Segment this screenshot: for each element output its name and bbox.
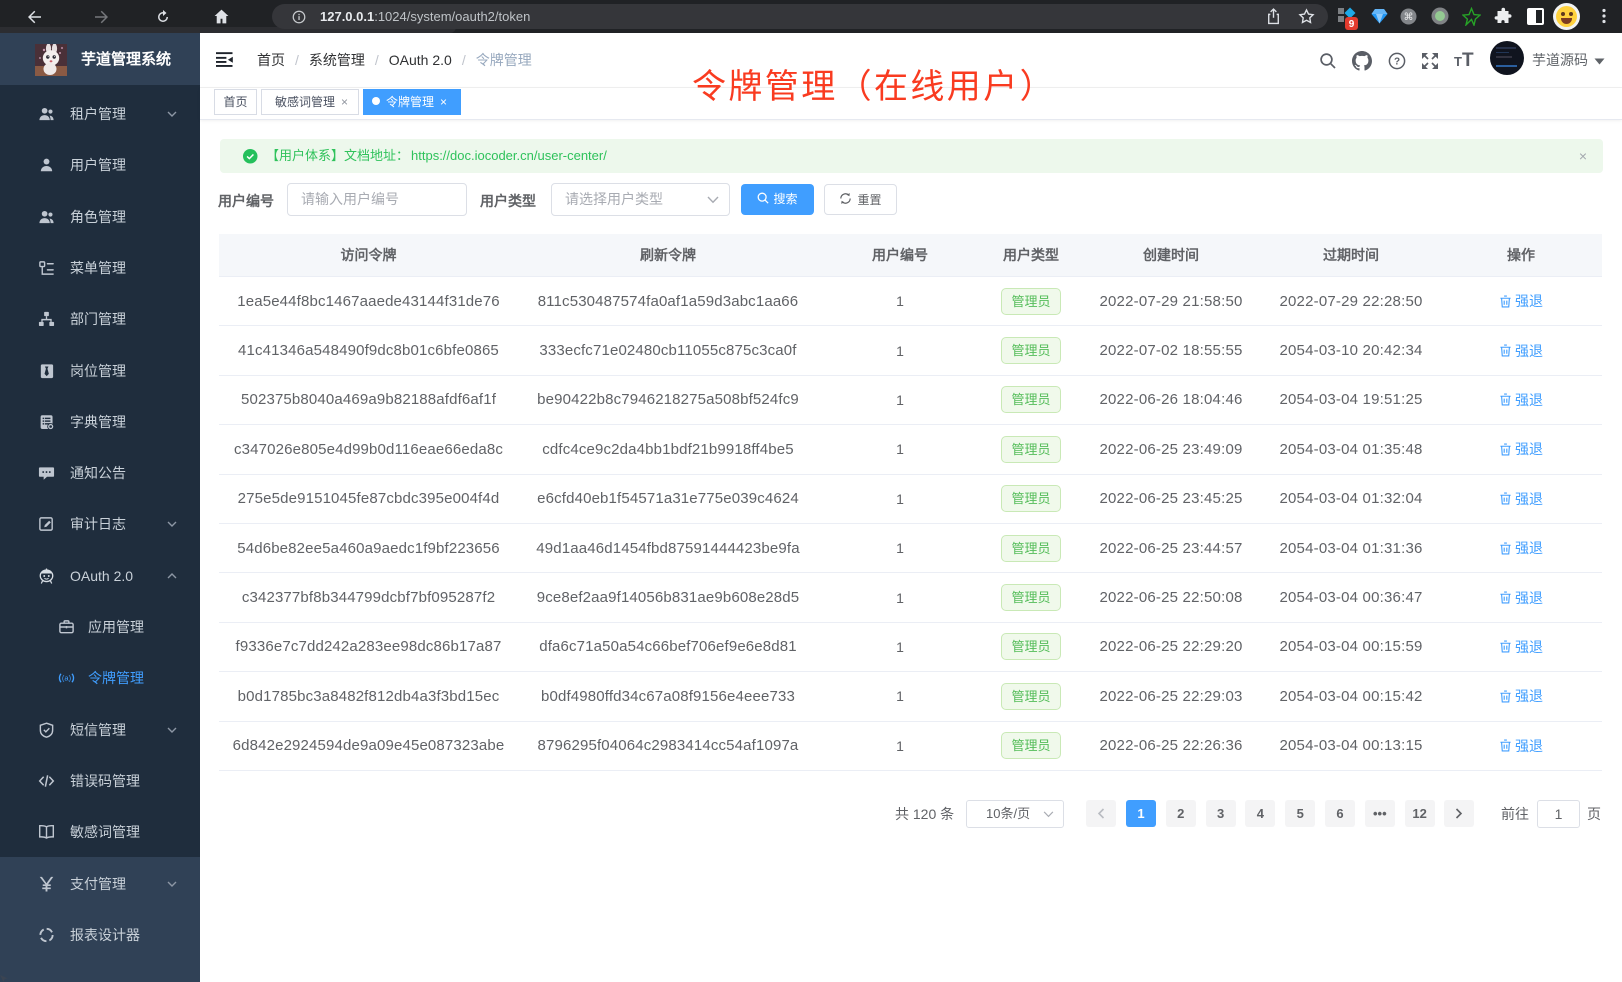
svg-text:⌘: ⌘ <box>1404 12 1414 23</box>
svg-text:(a): (a) <box>62 674 72 683</box>
svg-text:9: 9 <box>1349 19 1355 30</box>
svg-text:?: ? <box>1394 57 1400 68</box>
